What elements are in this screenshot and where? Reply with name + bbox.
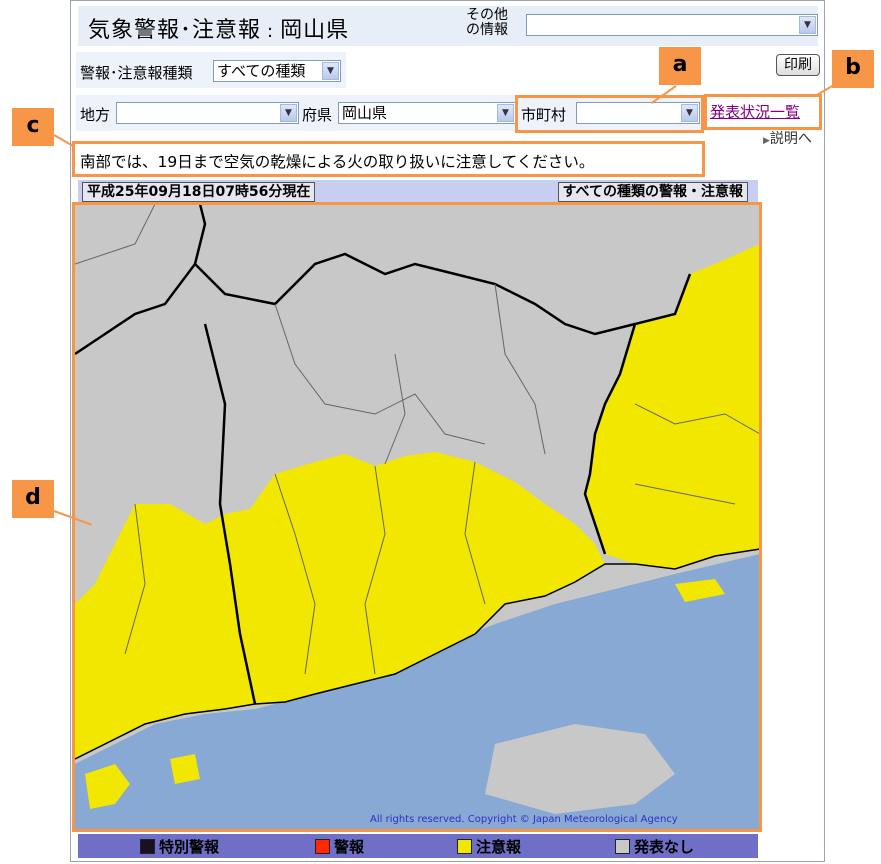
other-info-label: その他 の情報 [466,7,508,38]
prefecture-filter-label: 府県 [302,106,333,124]
callout-d: d [12,480,54,518]
callout-b: b [832,50,874,88]
legend-swatch-special-warning [140,839,155,854]
type-filter-label: 警報･注意報種類 [80,64,193,82]
other-info-select[interactable]: ▼ [526,14,818,36]
legend-swatch-warning [315,839,330,854]
region-filter-label: 地方 [80,106,111,124]
annotation-box-c [72,141,705,177]
explanation-link[interactable]: ▶説明へ [763,128,812,148]
chevron-down-icon: ▼ [799,16,816,34]
type-filter-select[interactable]: すべての種類 ▼ [213,60,341,82]
callout-c: c [12,108,54,146]
annotation-box-b [704,94,822,130]
legend-item-advisory: 注意報 [457,836,521,857]
map-timestamp: 平成25年09月18日07時56分現在 [82,182,316,202]
legend-item-special-warning: 特別警報 [140,836,219,857]
legend-item-warning: 警報 [315,836,364,857]
annotation-box-a [515,95,704,133]
legend-item-no-alert: 発表なし [615,836,694,857]
map-type-caption: すべての種類の警報・注意報 [557,182,748,202]
region-filter-select[interactable]: ▼ [116,102,299,124]
triangle-right-icon: ▶ [763,136,770,146]
annotation-box-d [72,202,762,832]
legend-swatch-advisory [457,839,472,854]
prefecture-filter-select[interactable]: 岡山県 ▼ [338,102,516,124]
legend-swatch-no-alert [615,839,630,854]
chevron-down-icon: ▼ [497,104,514,122]
print-button[interactable]: 印刷 [776,54,820,76]
chevron-down-icon: ▼ [322,62,339,80]
chevron-down-icon: ▼ [280,104,297,122]
page-title: 気象警報･注意報: 岡山県 [88,18,350,43]
callout-a: a [659,47,701,85]
